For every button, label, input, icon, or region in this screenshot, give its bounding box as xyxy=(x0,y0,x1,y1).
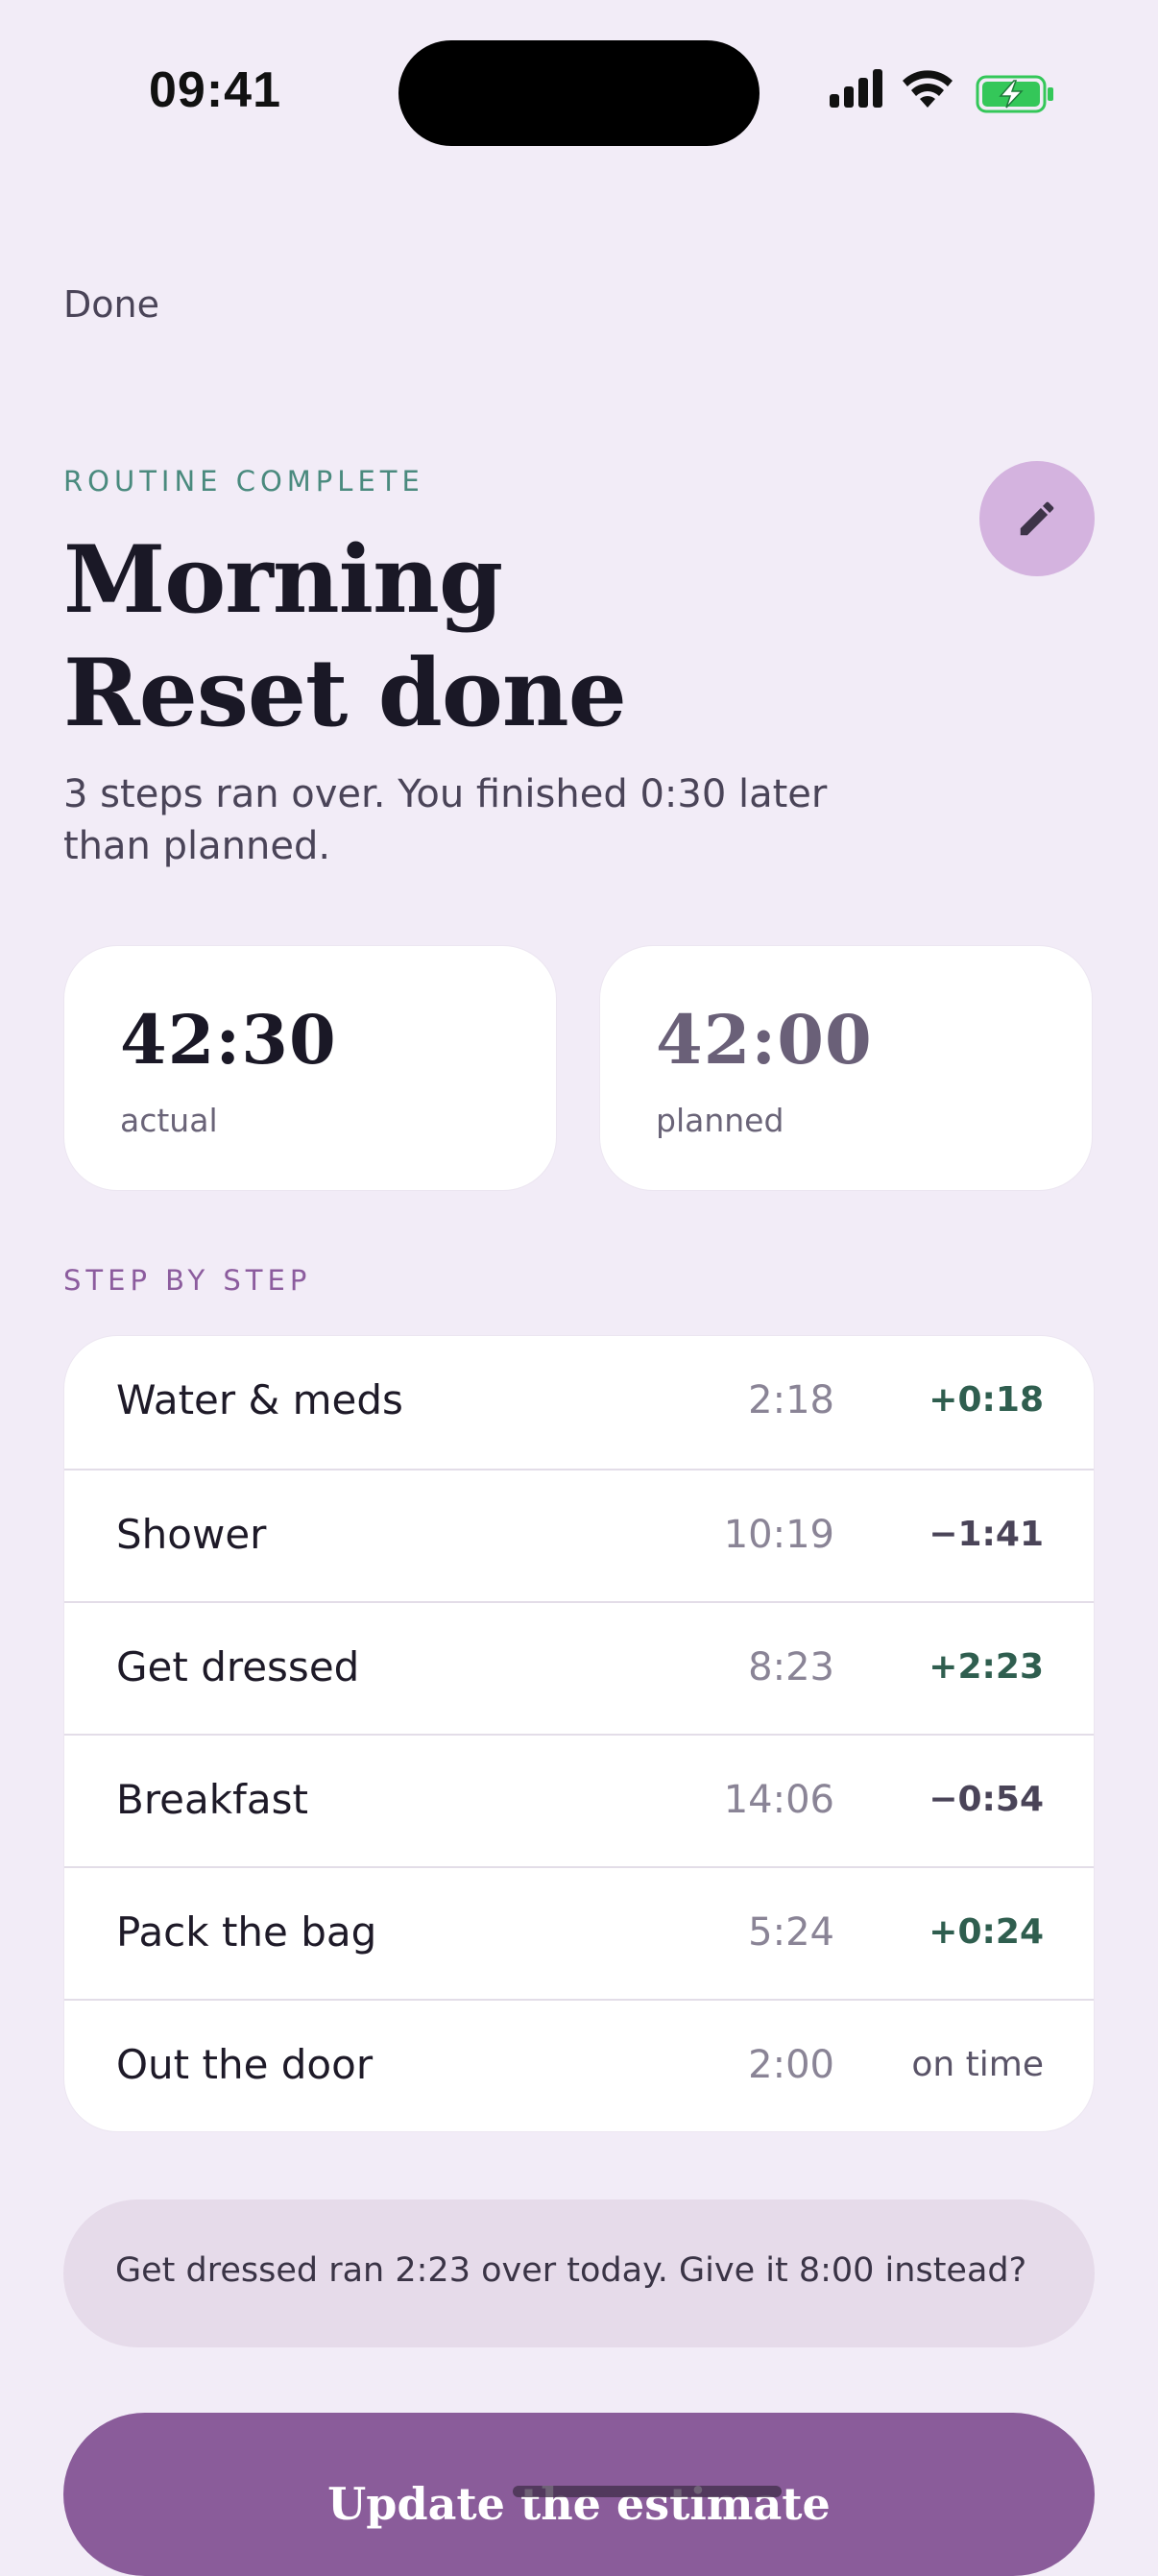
cellular-signal-icon xyxy=(830,69,882,108)
pencil-icon xyxy=(1020,501,1054,536)
table-row[interactable]: Shower 10:19 −1:41 xyxy=(64,1469,1094,1603)
table-row[interactable]: Out the door 2:00 on time xyxy=(64,1999,1094,2131)
table-row[interactable]: Get dressed 8:23 +2:23 xyxy=(64,1601,1094,1736)
step-duration: 2:00 xyxy=(748,2043,834,2087)
step-name: Water & meds xyxy=(116,1376,403,1423)
step-name: Breakfast xyxy=(116,1776,308,1823)
planned-time-label: planned xyxy=(656,1102,784,1139)
home-indicator[interactable] xyxy=(513,2486,782,2497)
step-name: Out the door xyxy=(116,2041,374,2088)
actual-time-label: actual xyxy=(120,1102,218,1139)
routine-status-label: ROUTINE COMPLETE xyxy=(63,465,424,498)
actual-time-value: 42:30 xyxy=(120,1000,337,1080)
actual-time-card: 42:30 actual xyxy=(63,945,557,1191)
dynamic-island xyxy=(398,40,760,146)
page-title: Morning Reset done xyxy=(63,523,832,750)
status-bar: 09:41 xyxy=(0,0,1158,182)
step-difference: on time xyxy=(911,2045,1044,2084)
step-duration: 14:06 xyxy=(723,1778,834,1822)
wifi-icon xyxy=(903,70,953,108)
step-difference: +2:23 xyxy=(929,1647,1044,1687)
step-name: Pack the bag xyxy=(116,1908,377,1956)
battery-charging-icon xyxy=(976,75,1053,113)
step-duration: 5:24 xyxy=(748,1910,834,1955)
done-button[interactable]: Done xyxy=(63,283,159,326)
suggestion-banner: Get dressed ran 2:23 over today. Give it… xyxy=(63,2199,1095,2347)
step-name: Get dressed xyxy=(116,1643,360,1690)
step-difference: −1:41 xyxy=(929,1515,1044,1554)
section-title: STEP BY STEP xyxy=(63,1264,312,1297)
title-line-1: Morning xyxy=(63,525,503,634)
table-row[interactable]: Breakfast 14:06 −0:54 xyxy=(64,1734,1094,1868)
step-difference: +0:18 xyxy=(929,1380,1044,1420)
planned-time-card: 42:00 planned xyxy=(599,945,1093,1191)
steps-table: Water & meds 2:18 +0:18 Shower 10:19 −1:… xyxy=(63,1335,1095,2132)
step-name: Shower xyxy=(116,1511,267,1558)
edit-button[interactable] xyxy=(979,461,1095,576)
step-duration: 8:23 xyxy=(748,1645,834,1689)
step-difference: +0:24 xyxy=(929,1912,1044,1952)
suggestion-text: Get dressed ran 2:23 over today. Give it… xyxy=(115,2251,1027,2290)
step-duration: 2:18 xyxy=(748,1378,834,1422)
title-line-2: Reset done xyxy=(63,639,627,747)
step-duration: 10:19 xyxy=(723,1513,834,1557)
summary-text: 3 steps ran over. You finished 0:30 late… xyxy=(63,772,828,868)
status-time: 09:41 xyxy=(149,62,281,118)
table-row[interactable]: Pack the bag 5:24 +0:24 xyxy=(64,1866,1094,2001)
table-row[interactable]: Water & meds 2:18 +0:18 xyxy=(64,1336,1094,1469)
step-difference: −0:54 xyxy=(929,1780,1044,1819)
planned-time-value: 42:00 xyxy=(656,1000,873,1080)
